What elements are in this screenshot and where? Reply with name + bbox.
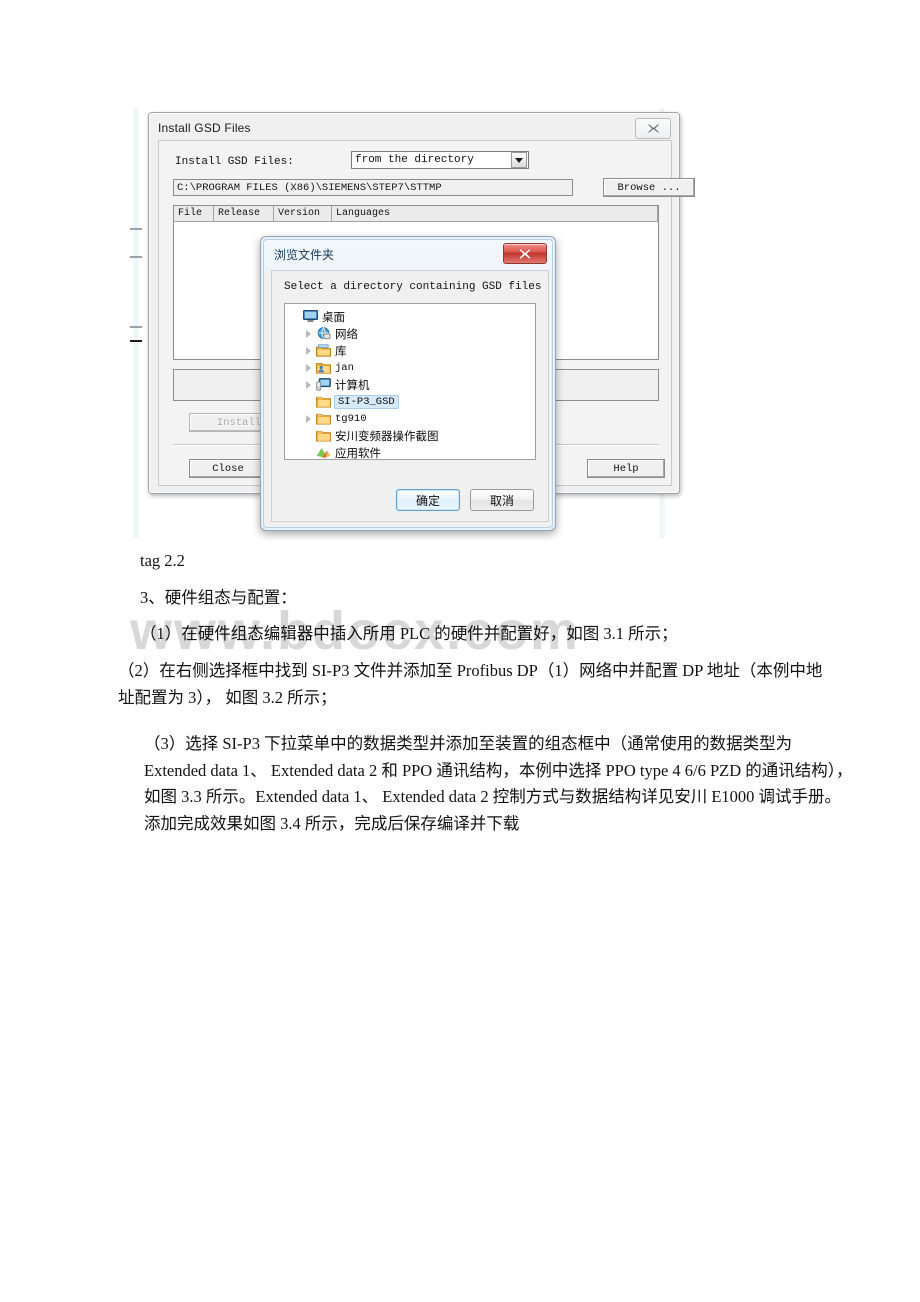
background-window-sliver-left xyxy=(130,108,142,538)
browse-folder-frame: 浏览文件夹 Select a directory containing GSD … xyxy=(263,239,553,528)
browse-folder-window[interactable]: 浏览文件夹 Select a directory containing GSD … xyxy=(260,236,556,531)
user-icon xyxy=(315,360,331,376)
desktop-icon xyxy=(302,309,318,325)
network-icon xyxy=(315,326,331,342)
chevron-right-icon[interactable] xyxy=(302,378,315,391)
cancel-button[interactable]: 取消 xyxy=(470,489,534,511)
computer-icon xyxy=(315,377,331,393)
install-source-select[interactable]: from the directory xyxy=(351,151,529,169)
gsd-file-list-header: File Release Version Languages xyxy=(174,206,658,222)
browse-folder-body: Select a directory containing GSD files … xyxy=(271,270,549,522)
paragraph-1: （1）在硬件组态编辑器中插入所用 PLC 的硬件并配置好，如图 3.1 所示； xyxy=(140,624,678,643)
chevron-right-icon[interactable] xyxy=(302,344,315,357)
tree-item-label: 网络 xyxy=(335,328,358,341)
browse-folder-title: 浏览文件夹 xyxy=(274,248,335,262)
tree-expander-placeholder xyxy=(302,446,315,459)
tree-expander-placeholder xyxy=(302,429,315,442)
chevron-down-icon[interactable] xyxy=(511,152,527,168)
chevron-right-icon[interactable] xyxy=(302,412,315,425)
install-source-label: Install GSD Files: xyxy=(175,156,294,168)
app-icon xyxy=(315,445,331,460)
tree-item-label: tg910 xyxy=(335,412,367,425)
chevron-right-icon[interactable] xyxy=(302,327,315,340)
tree-item[interactable]: 网络 xyxy=(285,325,535,342)
chevron-right-icon[interactable] xyxy=(302,361,315,374)
column-header-languages[interactable]: Languages xyxy=(332,206,658,221)
tree-item[interactable]: jan xyxy=(285,359,535,376)
browse-folder-prompt: Select a directory containing GSD files xyxy=(284,281,542,293)
tree-item[interactable]: tg910 xyxy=(285,410,535,427)
paragraph-2: （2）在右侧选择框中找到 SI-P3 文件并添加至 Profibus DP（1）… xyxy=(118,661,823,707)
close-icon[interactable] xyxy=(503,243,547,264)
tree-expander-placeholder xyxy=(302,395,315,408)
paragraph-3: （3）选择 SI-P3 下拉菜单中的数据类型并添加至装置的组态框中（通常使用的数… xyxy=(144,734,853,834)
folder-icon xyxy=(315,411,331,427)
directory-path-input[interactable]: C:\PROGRAM FILES (X86)\SIEMENS\STEP7\STT… xyxy=(173,179,573,196)
figure-caption: tag 2.2 xyxy=(140,551,185,570)
embedded-screenshot: Install GSD Files Install GSD Files: fro… xyxy=(128,108,708,538)
section-heading: 3、硬件组态与配置： xyxy=(140,588,297,607)
tree-item[interactable]: 库 xyxy=(285,342,535,359)
tree-expander-placeholder xyxy=(289,310,302,323)
install-source-value: from the directory xyxy=(355,154,474,166)
install-gsd-title: Install GSD Files xyxy=(158,121,251,135)
ok-button[interactable]: 确定 xyxy=(396,489,460,511)
column-header-version[interactable]: Version xyxy=(274,206,332,221)
tree-item[interactable]: 计算机 xyxy=(285,376,535,393)
browse-button[interactable]: Browse ... xyxy=(603,178,695,197)
column-header-file[interactable]: File xyxy=(174,206,214,221)
tree-item[interactable]: SI-P3_GSD xyxy=(285,393,535,410)
tree-item[interactable]: 应用软件 xyxy=(285,444,535,460)
close-button[interactable]: Close xyxy=(189,459,267,478)
close-icon[interactable] xyxy=(635,118,671,139)
browse-folder-actions: 确定 取消 xyxy=(272,489,548,511)
tree-item-label: SI-P3_GSD xyxy=(334,394,399,409)
tree-item-label: 桌面 xyxy=(322,311,345,324)
help-button[interactable]: Help xyxy=(587,459,665,478)
tree-item-label: 应用软件 xyxy=(335,447,381,460)
tree-item-label: 计算机 xyxy=(335,379,370,392)
tree-item[interactable]: 安川变频器操作截图 xyxy=(285,427,535,444)
tree-item-label: jan xyxy=(335,361,354,374)
folder-icon xyxy=(315,394,331,410)
folder-icon xyxy=(315,428,331,444)
column-header-release[interactable]: Release xyxy=(214,206,274,221)
library-icon xyxy=(315,343,331,359)
tree-item[interactable]: 桌面 xyxy=(285,308,535,325)
folder-tree[interactable]: 桌面网络库 jan 计算机 SI-P3_GSD tg910 安川变频器操作截图 应用软件 xyxy=(284,303,536,460)
tree-item-label: 库 xyxy=(335,345,347,358)
tree-item-label: 安川变频器操作截图 xyxy=(335,430,439,443)
